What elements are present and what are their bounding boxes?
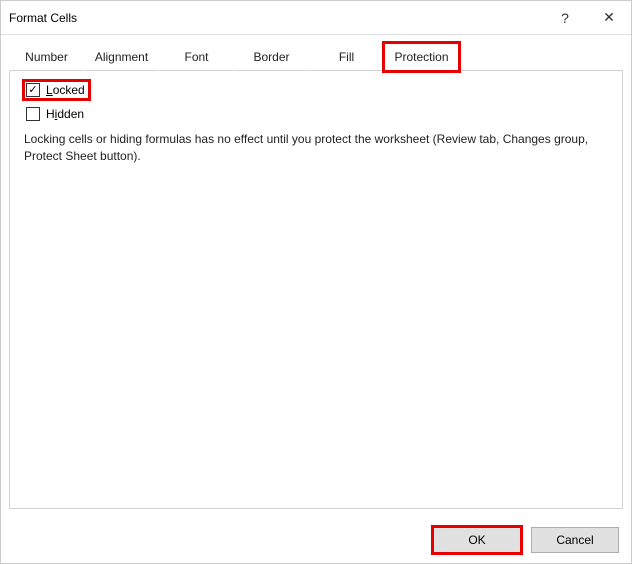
close-icon: ✕ [603, 9, 615, 26]
protection-pane: ✓ Locked Hidden Locking cells or hiding … [9, 71, 623, 509]
tabstrip-spacer [459, 43, 623, 71]
ok-button[interactable]: OK [433, 527, 521, 553]
hidden-label: Hidden [46, 107, 84, 121]
tab-font[interactable]: Font [159, 43, 234, 71]
hidden-row[interactable]: Hidden [24, 105, 88, 123]
locked-row[interactable]: ✓ Locked [24, 81, 89, 99]
tab-border[interactable]: Border [234, 43, 309, 71]
close-button[interactable]: ✕ [587, 1, 631, 35]
help-button[interactable]: ? [543, 1, 587, 35]
cancel-button[interactable]: Cancel [531, 527, 619, 553]
protection-description: Locking cells or hiding formulas has no … [24, 131, 604, 166]
checkmark-icon: ✓ [28, 85, 37, 96]
locked-label: Locked [46, 83, 85, 97]
locked-checkbox[interactable]: ✓ [26, 83, 40, 97]
tab-strip: Number Alignment Font Border Fill Protec… [9, 43, 623, 71]
tab-fill[interactable]: Fill [309, 43, 384, 71]
dialog-buttons: OK Cancel [433, 527, 619, 553]
hidden-checkbox[interactable] [26, 107, 40, 121]
window-title: Format Cells [9, 11, 543, 25]
titlebar: Format Cells ? ✕ [1, 1, 631, 35]
help-icon: ? [561, 10, 569, 26]
tab-alignment[interactable]: Alignment [84, 43, 159, 71]
tab-protection[interactable]: Protection [384, 43, 459, 71]
tab-number[interactable]: Number [9, 43, 84, 71]
